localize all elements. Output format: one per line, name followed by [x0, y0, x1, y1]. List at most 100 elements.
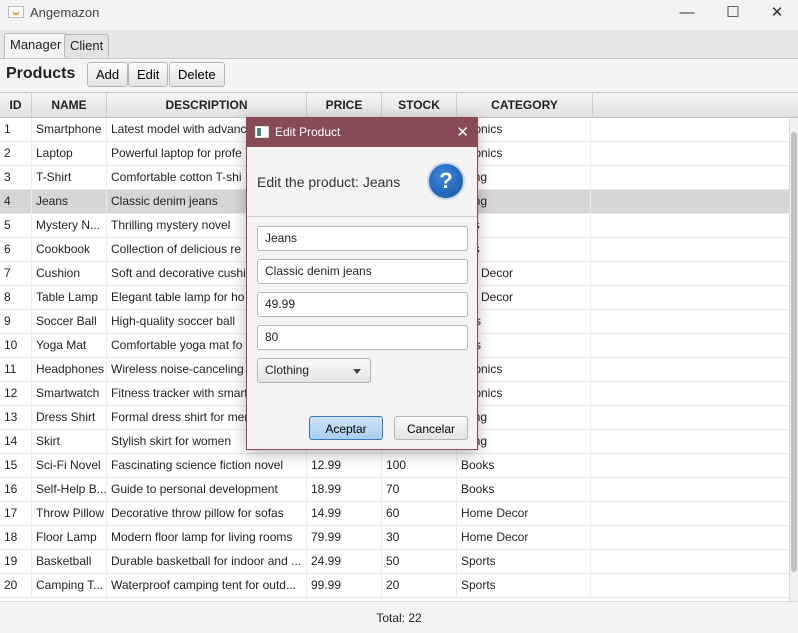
table-cell: 16 — [0, 478, 32, 501]
dialog-header: Edit the product: Jeans ? — [247, 147, 477, 217]
accept-button[interactable]: Aceptar — [309, 416, 383, 440]
cancel-button[interactable]: Cancelar — [394, 416, 468, 440]
table-cell: Waterproof camping tent for outd... — [107, 574, 307, 597]
column-header-category[interactable]: CATEGORY — [457, 93, 593, 117]
table-cell: 20 — [0, 574, 32, 597]
table-cell: 30 — [382, 526, 457, 549]
table-cell: 11 — [0, 358, 32, 381]
dialog-title: Edit Product — [275, 125, 341, 139]
table-cell: Mystery N... — [32, 214, 107, 237]
table-cell: Books — [457, 454, 591, 477]
scrollbar-thumb[interactable] — [791, 132, 797, 572]
edit-product-dialog: Edit Product ✕ Edit the product: Jeans ?… — [246, 117, 478, 450]
table-cell: 3 — [0, 166, 32, 189]
tab-client[interactable]: Client — [64, 34, 110, 57]
table-row[interactable]: 18 Floor Lamp Modern floor lamp for living… — [0, 526, 790, 550]
name-field[interactable]: Jeans — [257, 226, 468, 251]
table-cell: 5 — [0, 214, 32, 237]
table-cell: 15 — [0, 454, 32, 477]
table-cell: 100 — [382, 454, 457, 477]
window-titlebar: Angemazon — ☐ ✕ — [0, 0, 798, 26]
table-cell: Camping T... — [32, 574, 107, 597]
minimize-button[interactable]: — — [664, 0, 710, 26]
dialog-close-icon[interactable]: ✕ — [456, 123, 469, 141]
total-count: Total: 22 — [376, 611, 422, 625]
table-cell: Cookbook — [32, 238, 107, 261]
column-header-id[interactable]: ID — [0, 93, 32, 117]
column-header-name[interactable]: NAME — [32, 93, 107, 117]
dialog-app-icon — [255, 126, 269, 138]
table-row[interactable]: 15 Sci-Fi Novel Fascinating science fictio… — [0, 454, 790, 478]
table-cell: 50 — [382, 550, 457, 573]
close-window-button[interactable]: ✕ — [754, 0, 798, 26]
table-cell: Throw Pillow — [32, 502, 107, 525]
table-cell: 1 — [0, 118, 32, 141]
table-row[interactable]: 16 Self-Help B... Guide to personal develo… — [0, 478, 790, 502]
table-row[interactable]: 20 Camping T... Waterproof camping tent fo… — [0, 574, 790, 598]
table-cell: 20 — [382, 574, 457, 597]
table-row[interactable]: 17 Throw Pillow Decorative throw pillow fo… — [0, 502, 790, 526]
table-cell: 12 — [0, 382, 32, 405]
column-header-price[interactable]: PRICE — [307, 93, 382, 117]
table-cell: Soccer Ball — [32, 310, 107, 333]
table-cell: 10 — [0, 334, 32, 357]
table-cell: Sports — [457, 550, 591, 573]
tab-bar: Manager Client — [0, 30, 798, 59]
table-cell: Jeans — [32, 190, 107, 213]
table-cell: Cushion — [32, 262, 107, 285]
table-header: ID NAME DESCRIPTION PRICE STOCK CATEGORY — [0, 93, 798, 118]
table-cell: Sci-Fi Novel — [32, 454, 107, 477]
table-cell: Self-Help B... — [32, 478, 107, 501]
table-cell: 24.99 — [307, 550, 382, 573]
table-cell: 6 — [0, 238, 32, 261]
table-cell: 70 — [382, 478, 457, 501]
app-logo-icon — [8, 6, 24, 18]
chevron-down-icon — [353, 369, 361, 374]
price-field[interactable]: 49.99 — [257, 292, 468, 317]
category-select[interactable]: Clothing — [257, 358, 371, 383]
tab-manager[interactable]: Manager — [4, 33, 68, 58]
table-cell: Yoga Mat — [32, 334, 107, 357]
table-cell: Books — [457, 478, 591, 501]
stock-field[interactable]: 80 — [257, 325, 468, 350]
vertical-scrollbar[interactable] — [789, 118, 798, 602]
maximize-button[interactable]: ☐ — [710, 0, 756, 26]
status-footer: Total: 22 — [0, 601, 798, 633]
table-cell: Floor Lamp — [32, 526, 107, 549]
table-cell: T-Shirt — [32, 166, 107, 189]
window-title: Angemazon — [30, 5, 100, 20]
table-cell: Home Decor — [457, 502, 591, 525]
table-cell: 12.99 — [307, 454, 382, 477]
dialog-titlebar: Edit Product ✕ — [247, 118, 477, 147]
table-cell: Decorative throw pillow for sofas — [107, 502, 307, 525]
add-button[interactable]: Add — [87, 62, 129, 87]
table-cell: 19 — [0, 550, 32, 573]
table-cell: 4 — [0, 190, 32, 213]
table-cell: Fascinating science fiction novel — [107, 454, 307, 477]
question-icon: ? — [427, 162, 465, 200]
table-cell: Sports — [457, 574, 591, 597]
products-toolbar: Products Add Edit Delete — [0, 59, 798, 91]
table-cell: Modern floor lamp for living rooms — [107, 526, 307, 549]
table-cell: 79.99 — [307, 526, 382, 549]
category-select-value: Clothing — [265, 363, 310, 377]
column-header-description[interactable]: DESCRIPTION — [107, 93, 307, 117]
table-row[interactable]: 19 Basketball Durable basketball for indoo… — [0, 550, 790, 574]
description-field[interactable]: Classic denim jeans — [257, 259, 468, 284]
table-cell: 13 — [0, 406, 32, 429]
page-title: Products — [6, 65, 76, 82]
table-cell: Basketball — [32, 550, 107, 573]
table-cell: Skirt — [32, 430, 107, 453]
table-cell: Durable basketball for indoor and ... — [107, 550, 307, 573]
table-cell: Smartphone — [32, 118, 107, 141]
table-cell: Headphones — [32, 358, 107, 381]
table-cell: 2 — [0, 142, 32, 165]
dialog-header-text: Edit the product: Jeans — [257, 174, 401, 190]
column-header-stock[interactable]: STOCK — [382, 93, 457, 117]
table-cell: Guide to personal development — [107, 478, 307, 501]
edit-button[interactable]: Edit — [128, 62, 169, 87]
table-cell: 14 — [0, 430, 32, 453]
delete-button[interactable]: Delete — [169, 62, 225, 87]
table-cell: 18.99 — [307, 478, 382, 501]
table-cell: 8 — [0, 286, 32, 309]
